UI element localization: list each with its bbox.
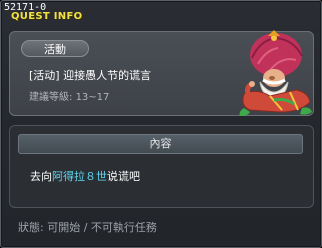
level-label: 建議等級: [29, 92, 73, 103]
status-label: 狀態: [18, 221, 44, 234]
quest-info-panel: 活動 [活动] 迎接愚人节的谎言 建議等級: 13~17 [9, 30, 314, 116]
quest-status: 狀態: 可開始 / 不可執行任務 [18, 221, 157, 235]
npc-name-link[interactable]: 阿得拉８世 [52, 170, 107, 183]
level-range: 13~17 [75, 92, 110, 103]
recommended-level: 建議等級: 13~17 [29, 92, 109, 104]
quest-content-panel: 內容 去向阿得拉８世说谎吧 [9, 125, 314, 208]
status-value: 可開始 / 不可執行任務 [47, 221, 157, 234]
quest-description: 去向阿得拉８世说谎吧 [30, 170, 140, 184]
description-prefix: 去向 [30, 170, 52, 183]
window-title: QUEST INFO [11, 11, 83, 22]
quest-info-window: 52171-0 QUEST INFO 活動 [活动] 迎接愚人节的谎言 建議等級… [0, 0, 322, 248]
quest-title: [活动] 迎接愚人节的谎言 [29, 69, 152, 82]
category-badge: 活動 [21, 40, 89, 57]
npc-portrait-icon [239, 30, 312, 116]
description-suffix: 说谎吧 [107, 170, 140, 183]
content-header: 內容 [18, 134, 303, 154]
